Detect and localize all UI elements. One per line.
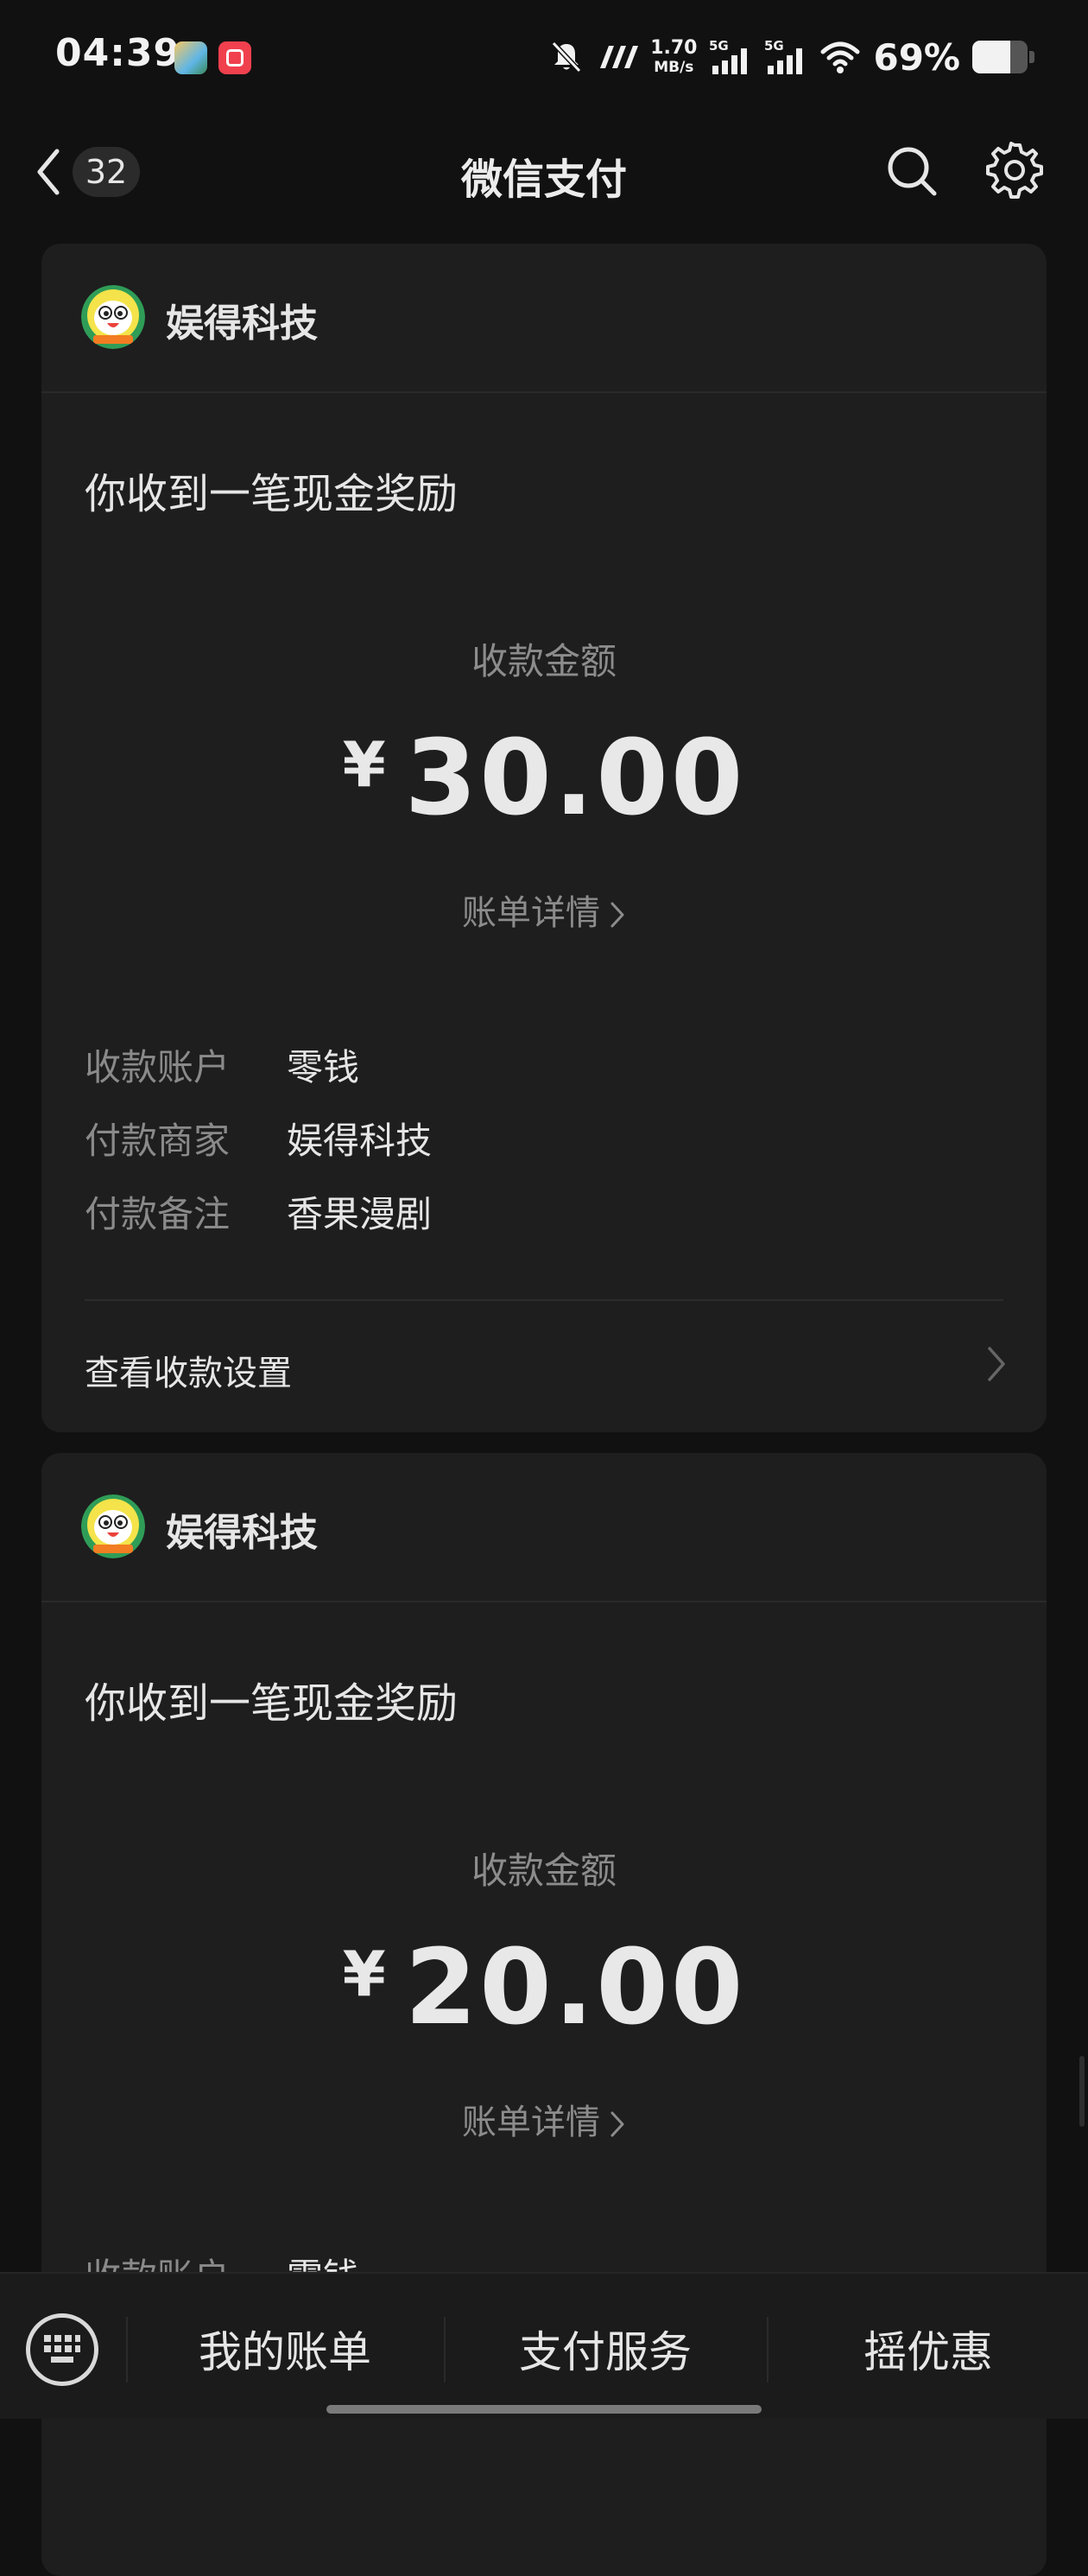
detail-value: 香果漫剧 bbox=[287, 1193, 433, 1235]
app-icon-red bbox=[218, 41, 251, 74]
search-icon[interactable] bbox=[884, 143, 939, 199]
divider bbox=[85, 1299, 1003, 1301]
nav-bar: 32 微信支付 bbox=[0, 121, 1088, 220]
payment-card: 娱得科技 你收到一笔现金奖励 收款金额 ¥30.00 账单详情 收款账户 零钱 付… bbox=[41, 244, 1047, 1432]
currency-symbol: ¥ bbox=[342, 1938, 386, 2010]
bottom-menu-bar: 我的账单 支付服务 摇优惠 bbox=[0, 2272, 1088, 2419]
bill-details-link[interactable]: 账单详情 bbox=[41, 885, 1047, 935]
bill-details-label: 账单详情 bbox=[462, 2103, 600, 2142]
signal-icon: 5G bbox=[764, 38, 803, 74]
scrollbar[interactable] bbox=[1079, 2056, 1085, 2127]
battery-icon bbox=[972, 41, 1028, 73]
signal-icon: 5G bbox=[709, 38, 748, 74]
tab-shake-offers[interactable]: 摇优惠 bbox=[769, 2310, 1088, 2388]
receipt-settings-link[interactable]: 查看收款设置 bbox=[85, 1345, 292, 1395]
amount-label: 收款金额 bbox=[471, 1850, 617, 1892]
mute-bell-icon bbox=[551, 41, 582, 73]
card-header[interactable]: 娱得科技 bbox=[41, 244, 1047, 393]
card-headline: 你收到一笔现金奖励 bbox=[85, 1679, 459, 1728]
bill-details-link[interactable]: 账单详情 bbox=[41, 2094, 1047, 2144]
merchant-name: 娱得科技 bbox=[166, 301, 318, 346]
detail-key: 收款账户 bbox=[85, 1046, 231, 1088]
wifi-icon bbox=[820, 41, 860, 73]
home-indicator[interactable] bbox=[326, 2405, 762, 2414]
gear-icon[interactable] bbox=[986, 142, 1043, 199]
chevron-right-icon bbox=[610, 902, 624, 928]
merchant-avatar bbox=[81, 285, 145, 349]
signal-label: 5G bbox=[709, 38, 729, 54]
amount: ¥30.00 bbox=[41, 719, 1047, 839]
card-headline: 你收到一笔现金奖励 bbox=[85, 470, 459, 518]
carrier-logo-icon bbox=[600, 46, 639, 68]
merchant-avatar bbox=[81, 1494, 145, 1558]
tab-payment-services[interactable]: 支付服务 bbox=[446, 2310, 765, 2388]
detail-row: 付款商家 娱得科技 bbox=[85, 1112, 432, 1164]
amount: ¥20.00 bbox=[41, 1928, 1047, 2048]
battery-fill bbox=[972, 41, 1011, 73]
detail-value: 零钱 bbox=[287, 1046, 360, 1088]
net-speed-value: 1.70 bbox=[650, 37, 698, 59]
detail-key: 付款商家 bbox=[85, 1120, 231, 1162]
amount-value: 20.00 bbox=[404, 1928, 746, 2048]
amount-label: 收款金额 bbox=[471, 640, 617, 682]
detail-row: 收款账户 零钱 bbox=[85, 1038, 359, 1090]
net-speed: 1.70 MB/s bbox=[650, 39, 697, 75]
currency-symbol: ¥ bbox=[342, 728, 386, 801]
app-icon-game bbox=[174, 41, 207, 74]
battery-percent: 69% bbox=[873, 35, 960, 79]
detail-row: 付款备注 香果漫剧 bbox=[85, 1185, 432, 1237]
chevron-right-icon bbox=[610, 2111, 624, 2137]
amount-value: 30.00 bbox=[404, 719, 746, 839]
status-bar: 04:39 1.70 MB/s 5G 5G 69% bbox=[0, 0, 1088, 112]
detail-value: 娱得科技 bbox=[287, 1120, 433, 1162]
net-speed-unit: MB/s bbox=[654, 59, 694, 76]
signal-label: 5G bbox=[764, 38, 784, 54]
bill-details-label: 账单详情 bbox=[462, 893, 600, 933]
merchant-name: 娱得科技 bbox=[166, 1511, 318, 1555]
detail-key: 付款备注 bbox=[85, 1193, 231, 1235]
chevron-right-icon[interactable] bbox=[986, 1345, 1007, 1383]
status-icons: 1.70 MB/s 5G 5G 69% bbox=[548, 31, 1034, 83]
status-time: 04:39 bbox=[55, 31, 181, 75]
battery-cap bbox=[1029, 51, 1034, 63]
tab-my-bills[interactable]: 我的账单 bbox=[128, 2310, 442, 2388]
keyboard-toggle-button[interactable] bbox=[26, 2313, 98, 2386]
keyboard-icon bbox=[44, 2335, 80, 2363]
card-header[interactable]: 娱得科技 bbox=[41, 1453, 1047, 1602]
